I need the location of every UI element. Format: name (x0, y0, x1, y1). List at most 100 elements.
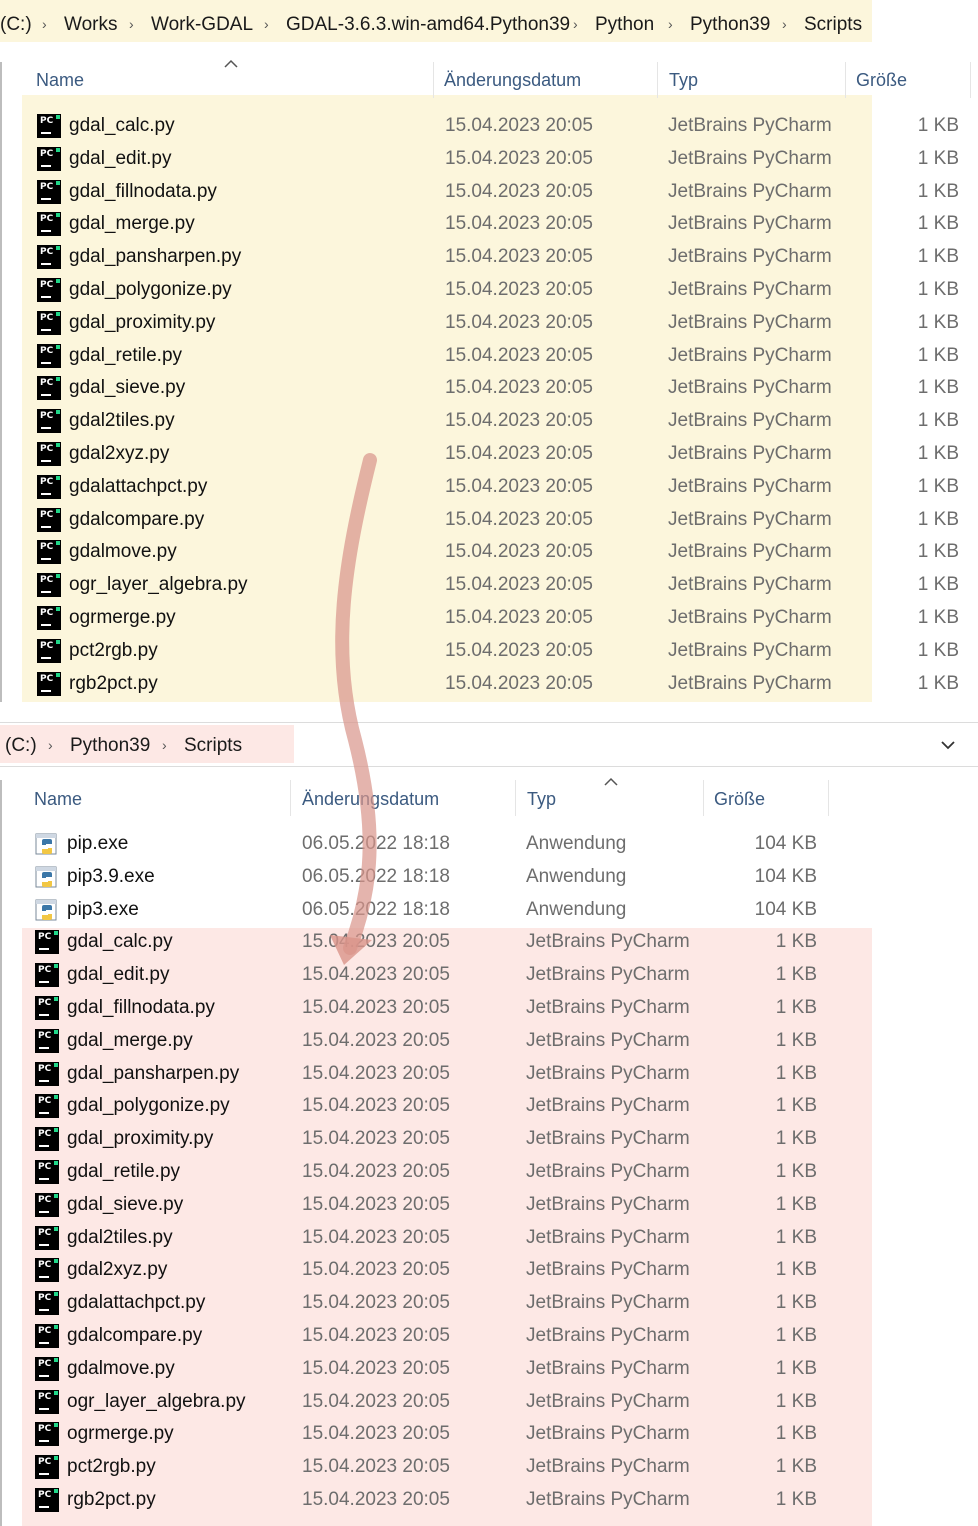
file-row[interactable]: pip3.9.exe 06.05.2022 18:18 Anwendung 104 K… (0, 861, 978, 894)
file-row[interactable]: PC gdalcompare.py 15.04.2023 20:05 JetBrain… (0, 504, 978, 537)
file-type: JetBrains PyCharm (526, 1292, 690, 1314)
file-date: 15.04.2023 20:05 (445, 279, 593, 300)
file-row[interactable]: PC ogr_layer_algebra.py 15.04.2023 20:05 Je… (0, 1386, 978, 1419)
file-row[interactable]: PC gdal2xyz.py 15.04.2023 20:05 JetBrains P… (0, 1254, 978, 1287)
file-type: JetBrains PyCharm (526, 1193, 690, 1215)
file-size: 104 KB (754, 833, 817, 854)
file-name: gdal_sieve.py (67, 1193, 184, 1215)
file-date: 15.04.2023 20:05 (445, 344, 593, 366)
column-header-type[interactable]: Typ (527, 789, 556, 810)
file-row[interactable]: PC gdalmove.py 15.04.2023 20:05 JetBrains P… (0, 1353, 978, 1386)
file-row[interactable]: PC ogr_layer_algebra.py 15.04.2023 20:05 Je… (0, 569, 978, 602)
column-header-size[interactable]: Größe (714, 789, 765, 810)
file-row[interactable]: PC gdal_calc.py 15.04.2023 20:05 JetBrains … (0, 110, 978, 143)
file-row[interactable]: PC rgb2pct.py 15.04.2023 20:05 JetBrains Py… (0, 668, 978, 701)
breadcrumb-bottom[interactable]: (C:) › Python39 › Scripts (0, 725, 978, 765)
file-size: 1 KB (775, 1357, 817, 1379)
breadcrumb-item[interactable]: Works (64, 14, 117, 36)
breadcrumb-item[interactable]: Scripts (804, 14, 862, 36)
file-row[interactable]: PC gdalattachpct.py 15.04.2023 20:05 JetBra… (0, 1287, 978, 1320)
file-size: 1 KB (775, 1226, 817, 1248)
file-row[interactable]: PC gdal_proximity.py 15.04.2023 20:05 JetBr… (0, 1123, 978, 1156)
file-row[interactable]: pip.exe 06.05.2022 18:18 Anwendung 104 KB (0, 828, 978, 861)
breadcrumb-top[interactable]: (C:) › Works › Work-GDAL › GDAL-3.6.3.win-amd6… (0, 0, 978, 42)
file-row[interactable]: PC gdalattachpct.py 15.04.2023 20:05 JetBra… (0, 471, 978, 504)
file-size: 1 KB (917, 541, 959, 563)
file-row[interactable]: PC gdal_edit.py 15.04.2023 20:05 JetBrains … (0, 959, 978, 992)
file-row[interactable]: PC ogrmerge.py 15.04.2023 20:05 JetBrains P… (0, 602, 978, 635)
chevron-right-icon[interactable]: › (573, 16, 578, 32)
column-divider[interactable] (970, 62, 971, 98)
breadcrumb-item[interactable]: Work-GDAL (151, 14, 253, 36)
chevron-right-icon[interactable]: › (162, 737, 167, 753)
column-header-date[interactable]: Änderungsdatum (444, 70, 581, 91)
file-name: gdal_pansharpen.py (69, 246, 242, 268)
file-row[interactable]: PC gdal_polygonize.py 15.04.2023 20:05 JetB… (0, 1090, 978, 1123)
file-row[interactable]: PC pct2rgb.py 15.04.2023 20:05 JetBrains Py… (0, 1451, 978, 1484)
file-size: 1 KB (775, 1029, 817, 1051)
breadcrumb-item[interactable]: GDAL-3.6.3.win-amd64.Python39 (286, 14, 570, 36)
chevron-right-icon[interactable]: › (782, 16, 787, 32)
chevron-right-icon[interactable]: › (668, 16, 673, 32)
file-size: 1 KB (917, 279, 959, 300)
chevron-right-icon[interactable]: › (42, 16, 47, 32)
file-row[interactable]: PC gdalmove.py 15.04.2023 20:05 JetBrains P… (0, 536, 978, 569)
column-divider[interactable] (657, 62, 658, 98)
file-type: JetBrains PyCharm (668, 410, 832, 432)
file-row[interactable]: PC gdal_fillnodata.py 15.04.2023 20:05 JetB… (0, 176, 978, 209)
chevron-down-icon[interactable] (940, 739, 956, 751)
file-row[interactable]: PC rgb2pct.py 15.04.2023 20:05 JetBrains Py… (0, 1484, 978, 1517)
file-row[interactable]: PC gdal_edit.py 15.04.2023 20:05 JetBrains … (0, 143, 978, 176)
breadcrumb-item[interactable]: Python39 (690, 14, 770, 36)
file-size: 1 KB (917, 443, 959, 464)
column-header-size[interactable]: Größe (856, 70, 907, 91)
file-size: 1 KB (775, 1062, 817, 1084)
file-row[interactable]: PC gdal_sieve.py 15.04.2023 20:05 JetBrains… (0, 372, 978, 405)
file-row[interactable]: PC ogrmerge.py 15.04.2023 20:05 JetBrains P… (0, 1418, 978, 1451)
file-row[interactable]: PC gdal_polygonize.py 15.04.2023 20:05 JetB… (0, 274, 978, 307)
file-row[interactable]: PC gdal_proximity.py 15.04.2023 20:05 JetBr… (0, 307, 978, 340)
file-date: 15.04.2023 20:05 (302, 1095, 450, 1117)
column-header-name[interactable]: Name (36, 70, 84, 91)
breadcrumb-item[interactable]: (C:) (0, 14, 32, 36)
chevron-right-icon[interactable]: › (129, 16, 134, 32)
breadcrumb-item[interactable]: Scripts (184, 735, 242, 757)
file-row[interactable]: pip3.exe 06.05.2022 18:18 Anwendung 104 KB (0, 894, 978, 927)
file-row[interactable]: PC gdal2tiles.py 15.04.2023 20:05 JetBrains… (0, 1222, 978, 1255)
column-divider[interactable] (433, 62, 434, 98)
file-row[interactable]: PC gdal_fillnodata.py 15.04.2023 20:05 JetB… (0, 992, 978, 1025)
file-row[interactable]: PC gdal_pansharpen.py 15.04.2023 20:05 JetB… (0, 241, 978, 274)
file-size: 1 KB (917, 180, 959, 202)
file-date: 15.04.2023 20:05 (445, 475, 593, 497)
chevron-right-icon[interactable]: › (264, 16, 269, 32)
file-date: 15.04.2023 20:05 (302, 1161, 450, 1182)
file-row[interactable]: PC gdal_pansharpen.py 15.04.2023 20:05 JetB… (0, 1058, 978, 1091)
file-row[interactable]: PC gdal_sieve.py 15.04.2023 20:05 JetBrains… (0, 1189, 978, 1222)
breadcrumb-item[interactable]: Python39 (70, 735, 150, 757)
file-row[interactable]: PC gdalcompare.py 15.04.2023 20:05 JetBrain… (0, 1320, 978, 1353)
column-divider[interactable] (515, 780, 516, 816)
file-row[interactable]: PC gdal_merge.py 15.04.2023 20:05 JetBrains… (0, 208, 978, 241)
breadcrumb-item[interactable]: Python (595, 14, 654, 36)
file-row[interactable]: PC gdal_merge.py 15.04.2023 20:05 JetBrains… (0, 1025, 978, 1058)
column-divider[interactable] (703, 780, 704, 816)
pycharm-file-icon: PC (37, 310, 61, 335)
file-name: gdal_pansharpen.py (67, 1062, 240, 1084)
file-row[interactable]: PC gdal2xyz.py 15.04.2023 20:05 JetBrains P… (0, 438, 978, 471)
column-divider[interactable] (290, 780, 291, 816)
file-type: JetBrains PyCharm (668, 180, 832, 202)
breadcrumb-item[interactable]: (C:) (5, 735, 37, 757)
file-row[interactable]: PC pct2rgb.py 15.04.2023 20:05 JetBrains Py… (0, 635, 978, 668)
file-row[interactable]: PC gdal_calc.py 15.04.2023 20:05 JetBrains … (0, 926, 978, 959)
column-header-name[interactable]: Name (34, 789, 82, 810)
file-row[interactable]: PC gdal_retile.py 15.04.2023 20:05 JetBrain… (0, 340, 978, 373)
column-header-date[interactable]: Änderungsdatum (302, 789, 439, 810)
file-date: 15.04.2023 20:05 (445, 541, 593, 563)
column-divider[interactable] (845, 62, 846, 98)
file-row[interactable]: PC gdal2tiles.py 15.04.2023 20:05 JetBrains… (0, 405, 978, 438)
chevron-right-icon[interactable]: › (48, 737, 53, 753)
pycharm-file-icon: PC (35, 1291, 59, 1316)
file-row[interactable]: PC gdal_retile.py 15.04.2023 20:05 JetBrain… (0, 1156, 978, 1189)
column-divider[interactable] (828, 780, 829, 816)
column-header-type[interactable]: Typ (669, 70, 698, 91)
